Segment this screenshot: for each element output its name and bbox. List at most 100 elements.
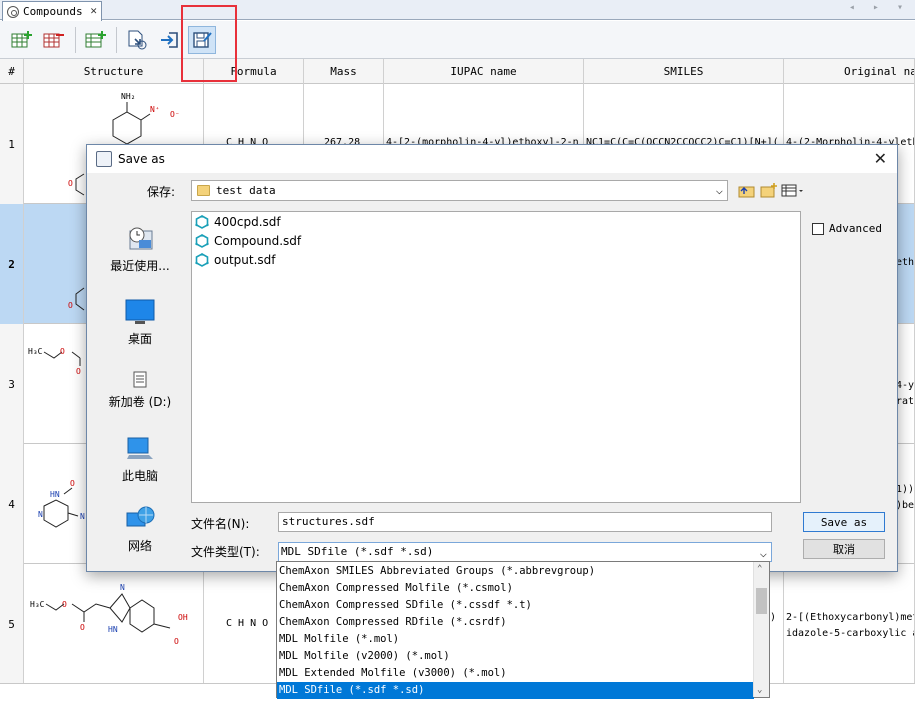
close-icon[interactable]: ✕ [874, 149, 887, 168]
dropdown-scrollbar[interactable]: ⌃ ⌄ [753, 562, 769, 697]
place-label: 此电脑 [121, 469, 158, 483]
place-drive-d[interactable]: 新加卷 (D:) [97, 371, 183, 410]
atom-label: H₃C [28, 347, 43, 356]
add-table-button[interactable] [8, 26, 36, 54]
dropdown-option[interactable]: ChemAxon Compressed Molfile (*.csmol) [277, 580, 754, 597]
new-folder-button[interactable] [760, 182, 778, 198]
dropdown-option[interactable]: MDL Molfile (v2000) (*.mol) [277, 648, 754, 665]
atom-label: O⁻ [170, 110, 180, 119]
list-item[interactable]: output.sdf [195, 251, 276, 269]
col-header-smiles[interactable]: SMILES [584, 59, 784, 84]
atom-label: N [38, 510, 43, 519]
place-recent[interactable]: 最近使用... [97, 225, 183, 274]
atom-label: N⁺ [150, 105, 160, 114]
molecule-drawing: H₃C O O N HN OH O [30, 583, 188, 646]
tab-scroll-arrows[interactable]: ◂ ▸ ▾ [849, 2, 909, 13]
new-folder-icon [760, 183, 777, 198]
dropdown-option[interactable]: MDL Extended Molfile (v3000) (*.mol) [277, 665, 754, 682]
dropdown-option[interactable]: MDL Molfile (*.mol) [277, 631, 754, 648]
scroll-thumb[interactable] [756, 588, 767, 614]
row-number: 1 [0, 84, 24, 204]
import-button[interactable] [156, 26, 184, 54]
col-header-structure[interactable]: Structure [24, 59, 204, 84]
file-list[interactable]: 400cpd.sdf Compound.sdf output.sdf [191, 211, 801, 503]
up-folder-button[interactable] [738, 182, 756, 198]
row-number: 5 [0, 564, 24, 684]
atom-label: H₃C [30, 600, 45, 609]
toolbar [0, 21, 915, 59]
computer-icon [125, 435, 155, 463]
list-item[interactable]: 400cpd.sdf [195, 213, 281, 231]
original-name-text-2: idazole-5-carboxylic a [786, 628, 915, 639]
dropdown-option[interactable]: ChemAxon Compressed RDfile (*.csrdf) [277, 614, 754, 631]
filetype-value: MDL SDfile (*.sdf *.sd) [281, 545, 434, 558]
look-in-label: 保存: [147, 185, 176, 199]
atom-label: O [76, 367, 81, 376]
filetype-select[interactable]: MDL SDfile (*.sdf *.sd) ⌵ [278, 542, 772, 562]
original-name-text: 1)) [896, 484, 915, 495]
place-label: 最近使用... [110, 259, 170, 273]
up-folder-icon [738, 186, 755, 198]
add-table-2-button[interactable] [82, 26, 110, 54]
original-name-text-2: rate [896, 396, 915, 407]
toolbar-separator [116, 27, 117, 53]
save-button[interactable]: Save as [803, 512, 885, 532]
dropdown-option-selected[interactable]: MDL SDfile (*.sdf *.sd) [277, 682, 754, 699]
svg-text:O: O [68, 301, 73, 310]
add-table-icon [85, 31, 106, 48]
structure-cell[interactable]: H₃C O O N HN OH O [24, 564, 204, 684]
file-name: Compound.sdf [214, 234, 302, 248]
add-table-icon [11, 31, 32, 48]
import-icon [161, 32, 178, 48]
atom-label: N [80, 512, 85, 521]
atom-label: N [120, 583, 125, 592]
close-icon[interactable]: ✕ [90, 4, 97, 17]
filename-label: 文件名(N): [191, 517, 250, 531]
scroll-down-icon[interactable]: ⌄ [757, 685, 762, 695]
place-label: 新加卷 (D:) [108, 395, 172, 409]
file-name: 400cpd.sdf [214, 215, 281, 229]
col-header-original[interactable]: Original nam [784, 59, 915, 84]
look-in-select[interactable]: test data ⌵ [191, 180, 728, 201]
cancel-button[interactable]: 取消 [803, 539, 885, 559]
atom-label: O [68, 179, 73, 188]
chevron-down-icon: ⌵ [759, 546, 767, 560]
place-desktop[interactable]: 桌面 [97, 298, 183, 347]
dropdown-option[interactable]: ChemAxon Compressed SDfile (*.cssdf *.t) [277, 597, 754, 614]
desktop-icon [125, 298, 155, 326]
remove-table-button[interactable] [40, 26, 68, 54]
filetype-dropdown-list[interactable]: ChemAxon SMILES Abbreviated Groups (*.ab… [276, 561, 770, 699]
view-list-icon [781, 184, 803, 197]
original-name-text: 4-yl [896, 380, 915, 391]
drive-icon [125, 371, 155, 389]
col-header-mass[interactable]: Mass [304, 59, 384, 84]
advanced-checkbox[interactable]: Advanced [812, 222, 882, 235]
col-header-iupac[interactable]: IUPAC name [384, 59, 584, 84]
scroll-up-icon[interactable]: ⌃ [757, 564, 762, 574]
atom-label: NH₂ [121, 92, 135, 101]
original-name-text: eth [896, 257, 915, 268]
place-label: 桌面 [127, 332, 152, 346]
filename-input[interactable]: structures.sdf [278, 512, 772, 532]
atom-label: HN [108, 625, 118, 634]
col-header-index[interactable]: # [0, 59, 24, 84]
place-this-pc[interactable]: 此电脑 [97, 435, 183, 484]
list-item[interactable]: Compound.sdf [195, 232, 301, 250]
dropdown-option[interactable]: ChemAxon SMILES Abbreviated Groups (*.ab… [277, 563, 754, 580]
open-button[interactable] [123, 26, 151, 54]
dialog-title: Save as [118, 152, 165, 166]
compounds-icon [7, 5, 19, 18]
row-number: 4 [0, 444, 24, 564]
place-network[interactable]: 网络 [97, 505, 183, 554]
recent-items-icon [125, 225, 155, 253]
tab-compounds[interactable]: Compounds ✕ [2, 1, 102, 21]
view-menu-button[interactable] [781, 182, 805, 198]
checkbox-box[interactable] [812, 222, 824, 235]
dialog-title-bar: Save as ✕ [87, 145, 897, 173]
filetype-label: 文件类型(T): [191, 545, 260, 559]
atom-label: O [70, 479, 75, 488]
network-icon [125, 505, 155, 533]
open-file-icon [128, 30, 147, 50]
original-name-cell[interactable]: 2-[(Ethoxycarbonyl)met idazole-5-carboxy… [784, 564, 915, 684]
highlight-annotation [181, 5, 237, 82]
